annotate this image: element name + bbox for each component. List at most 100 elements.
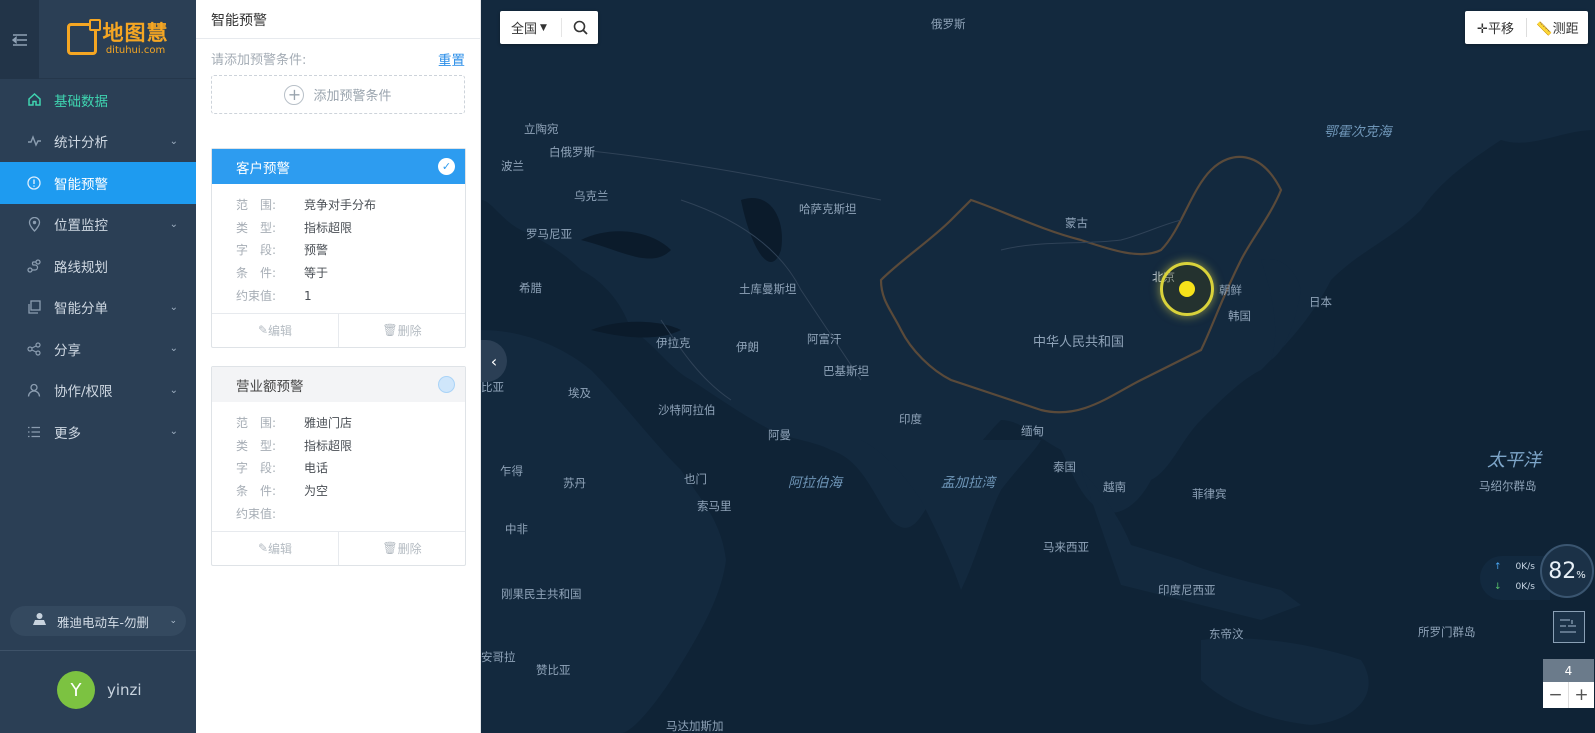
map-label: 俄罗斯 <box>931 17 966 31</box>
field-value: 雅迪门店 <box>304 415 353 430</box>
alert-panel: 智能预警 请添加预警条件: 重置 + 添加预警条件 客户预警 ✓ 范 围: 竞争对… <box>196 0 481 733</box>
map-label: 沙特阿拉伯 <box>658 403 716 417</box>
user-icon <box>26 382 42 398</box>
alert-card[interactable]: 营业额预警 范 围: 雅迪门店 类 型: 指标超限 字 段: 电话 条 件: 为空 约束… <box>211 366 466 566</box>
plus-circle-icon: + <box>284 84 305 105</box>
add-condition-label: 添加预警条件 <box>313 89 392 104</box>
map-label: 乌克兰 <box>574 189 609 203</box>
unchecked-circle-icon[interactable] <box>438 376 455 393</box>
condition-hint: 请添加预警条件: <box>211 53 307 68</box>
field-value: 预警 <box>304 243 329 258</box>
upload-speed: 0K/s <box>1515 562 1535 572</box>
edit-icon: ✎ <box>257 323 269 338</box>
edit-icon: ✎ <box>257 541 269 556</box>
location-marker-dot[interactable] <box>1179 281 1195 297</box>
collapse-menu-button[interactable] <box>0 0 39 79</box>
map-label: 印度 <box>899 412 922 426</box>
menu-label: 分享 <box>54 342 81 359</box>
map-label: 马绍尔群岛 <box>1479 479 1537 493</box>
map-label: 罗马尼亚 <box>526 227 572 241</box>
field-value: 1 <box>304 288 312 303</box>
map-label: 阿曼 <box>768 428 791 442</box>
add-condition-button[interactable]: + 添加预警条件 <box>211 75 465 114</box>
zoom-in-button[interactable]: + <box>1568 682 1594 708</box>
menu-label: 协作/权限 <box>54 384 113 401</box>
measure-tool-button[interactable]: 📏测距 <box>1526 18 1588 37</box>
chevron-down-icon: ⌄ <box>169 426 178 438</box>
zoom-out-button[interactable]: − <box>1543 682 1568 708</box>
gauge-value: 82 <box>1548 558 1577 584</box>
logo-icon <box>66 19 101 55</box>
edit-button[interactable]: ✎ 编辑 <box>212 532 338 565</box>
chevron-down-icon: ⌄ <box>169 616 177 626</box>
caret-down-icon: ▼ <box>540 22 547 33</box>
map-label: 韩国 <box>1228 309 1251 323</box>
map-label: 阿富汗 <box>807 332 842 346</box>
field-value: 为空 <box>304 484 329 499</box>
map-label: 安哥拉 <box>481 650 516 664</box>
map-label: 赞比亚 <box>536 663 571 677</box>
menu-item-collaboration[interactable]: 协作/权限 ⌄ <box>0 370 196 412</box>
chevron-down-icon: ⌄ <box>169 343 178 355</box>
field-label: 类 型: <box>236 438 277 453</box>
map-label: 中华人民共和国 <box>1033 335 1125 350</box>
menu-item-smart-alert[interactable]: 智能预警 <box>0 162 196 204</box>
map-label: 苏丹 <box>563 476 586 490</box>
map-label: 白俄罗斯 <box>549 145 595 159</box>
card-title: 营业额预警 <box>236 378 304 395</box>
copy-icon <box>26 299 42 315</box>
check-circle-icon[interactable]: ✓ <box>438 158 455 175</box>
download-arrow-icon: ↓ <box>1494 582 1502 592</box>
menu-label: 基础数据 <box>54 93 108 110</box>
menu-item-basic-data[interactable]: 基础数据 <box>0 79 196 121</box>
divider <box>0 650 196 651</box>
delete-label: 删除 <box>397 323 422 338</box>
chevron-down-icon: ⌄ <box>169 301 178 313</box>
location-pin-icon <box>26 216 42 232</box>
delete-label: 删除 <box>397 541 422 556</box>
menu-item-share[interactable]: 分享 ⌄ <box>0 328 196 370</box>
map-canvas[interactable]: 俄罗斯 鄂霍次克海 立陶宛 白俄罗斯 波兰 乌克兰 罗马尼亚 哈萨克斯坦 蒙古 … <box>481 0 1595 733</box>
region-select[interactable]: 全国 ▼ <box>500 18 562 37</box>
organization-select[interactable]: 雅迪电动车-勿删 ⌄ <box>10 606 186 636</box>
menu-item-more[interactable]: 更多 ⌄ <box>0 411 196 453</box>
map-label: 哈萨克斯坦 <box>799 202 857 216</box>
logo[interactable]: 地图慧 dituhui.com <box>39 0 196 78</box>
delete-button[interactable]: 🗑 删除 <box>338 531 465 565</box>
menu-item-location-monitor[interactable]: 位置监控 ⌄ <box>0 204 196 246</box>
map-label: 波兰 <box>501 159 524 173</box>
menu-item-statistics[interactable]: 统计分析 ⌄ <box>0 121 196 163</box>
map-label: 刚果民主共和国 <box>501 587 582 601</box>
menu-item-smart-dispatch[interactable]: 智能分单 ⌄ <box>0 287 196 329</box>
menu-label: 位置监控 <box>54 218 108 235</box>
field-label: 字 段: <box>236 243 277 258</box>
download-speed: 0K/s <box>1515 582 1535 592</box>
menu-label: 智能分单 <box>54 301 108 318</box>
card-title: 客户预警 <box>236 160 290 177</box>
region-value: 全国 <box>511 22 538 37</box>
pan-tool-button[interactable]: ✛平移 <box>1465 18 1526 37</box>
user-profile[interactable]: Y yinzi <box>57 671 142 709</box>
ruler-icon: 📏 <box>1536 22 1553 37</box>
map-label: 巴基斯坦 <box>823 364 869 378</box>
overview-map-button[interactable] <box>1553 611 1585 643</box>
field-label: 类 型: <box>236 220 277 235</box>
map-label: 阿拉伯海 <box>788 475 842 491</box>
map-label: 东帝汶 <box>1209 627 1244 641</box>
panel-title: 智能预警 <box>196 0 480 39</box>
menu-item-route-planning[interactable]: 路线规划 <box>0 245 196 287</box>
edit-button[interactable]: ✎ 编辑 <box>212 314 338 347</box>
map-label: 伊朗 <box>736 340 759 354</box>
delete-button[interactable]: 🗑 删除 <box>338 313 465 347</box>
field-value: 等于 <box>304 266 329 281</box>
zoom-control: 4 − + <box>1543 659 1594 708</box>
map-label: 鄂霍次克海 <box>1324 124 1392 140</box>
map-label: 孟加拉湾 <box>941 475 995 491</box>
reset-link[interactable]: 重置 <box>438 49 465 73</box>
map-toolbar: ✛平移 📏测距 <box>1465 11 1588 44</box>
chevron-down-icon: ⌄ <box>169 135 178 147</box>
route-icon <box>26 258 42 274</box>
search-button[interactable] <box>562 20 598 35</box>
network-speed-widget: ↑ 0K/s ↓ 0K/s 82% <box>1480 544 1594 600</box>
alert-card[interactable]: 客户预警 ✓ 范 围: 竞争对手分布 类 型: 指标超限 字 段: 预警 条 件: 等于… <box>211 148 466 348</box>
